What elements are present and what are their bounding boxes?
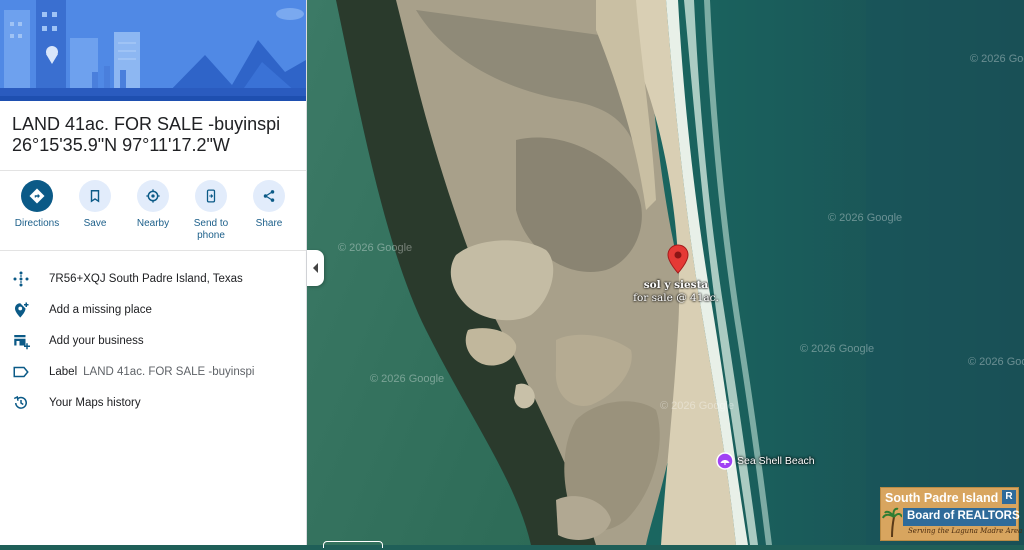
poi-name: Sea Shell Beach [737, 455, 815, 467]
red-pin-icon [667, 244, 689, 274]
realtor-watermark-logo: R South Padre Island Board of REALTORS S… [880, 487, 1023, 541]
place-coordinates: 26°15'35.9"N 97°11'17.2"W [12, 135, 230, 155]
place-name: LAND 41ac. FOR SALE -buyinspi [12, 114, 281, 134]
add-location-icon [15, 302, 29, 318]
map-watermark: © 2026 Google [370, 373, 445, 385]
badge-line2: Board of REALTORS [907, 510, 1020, 522]
send-to-phone-button[interactable]: Send to phone [182, 180, 240, 246]
badge-line1: South Padre Island [885, 491, 999, 505]
plus-code-text: 7R56+XQJ South Padre Island, Texas [49, 272, 243, 285]
beach-poi-icon [716, 452, 734, 470]
add-missing-place-text: Add a missing place [49, 303, 152, 316]
custom-map-label: sol y siesta for sale @ 41ac. [606, 279, 746, 305]
place-hero-image[interactable] [0, 0, 306, 101]
save-label: Save [83, 218, 107, 229]
map-watermark: © 2026 Google [660, 400, 735, 412]
poi-sea-shell-beach[interactable]: Sea Shell Beach [716, 452, 815, 470]
nearby-button[interactable]: Nearby [124, 180, 182, 246]
plus-code-row[interactable]: 7R56+XQJ South Padre Island, Texas [0, 263, 306, 294]
divider [0, 170, 306, 171]
location-pin[interactable] [667, 244, 689, 279]
add-business-row[interactable]: Add your business [0, 325, 306, 356]
add-business-text: Add your business [49, 334, 144, 347]
realtor-r-icon: R [1002, 490, 1016, 504]
action-bar: Directions Save Nearby Send to phone Sha… [8, 180, 298, 246]
map-watermark: © 2026 Google [338, 242, 413, 254]
custom-label-line1: sol y siesta [643, 279, 709, 291]
label-text: Label LAND 41ac. FOR SALE -buyinspi [49, 366, 254, 378]
directions-icon [21, 180, 53, 212]
share-icon [253, 180, 285, 212]
palm-tree-icon [882, 507, 902, 537]
maps-history-row[interactable]: Your Maps history [0, 387, 306, 418]
place-panel: LAND 41ac. FOR SALE -buyinspi 26°15'35.9… [0, 0, 307, 545]
directions-label: Directions [14, 218, 60, 229]
divider [0, 250, 306, 251]
add-business-icon [14, 335, 30, 350]
plus-code-icon [13, 271, 29, 287]
label-prefix: Label [49, 365, 78, 378]
chevron-left-icon [312, 263, 318, 273]
collapse-panel-button[interactable] [307, 250, 324, 286]
bookmark-icon [79, 180, 111, 212]
satellite-map[interactable] [306, 0, 1024, 545]
maps-history-text: Your Maps history [49, 396, 141, 409]
history-icon [13, 395, 27, 409]
label-row[interactable]: Label LAND 41ac. FOR SALE -buyinspi [0, 356, 306, 387]
satellite-imagery [306, 0, 1024, 545]
map-watermark: © 2026 Google [970, 53, 1024, 65]
nearby-label: Nearby [136, 218, 170, 229]
map-watermark: © 2026 Google [968, 356, 1024, 368]
map-watermark: © 2026 Google [800, 343, 875, 355]
custom-label-line2: for sale @ 41ac. [633, 292, 719, 304]
directions-button[interactable]: Directions [8, 180, 66, 246]
nearby-icon [137, 180, 169, 212]
add-missing-place-row[interactable]: Add a missing place [0, 294, 306, 325]
label-value: LAND 41ac. FOR SALE -buyinspi [83, 365, 255, 378]
send-to-phone-label: Send to phone [193, 218, 229, 241]
map-watermark: © 2026 Google [828, 212, 903, 224]
info-list: 7R56+XQJ South Padre Island, Texas Add a… [0, 263, 306, 418]
save-button[interactable]: Save [66, 180, 124, 246]
share-label: Share [255, 218, 283, 229]
place-title: LAND 41ac. FOR SALE -buyinspi 26°15'35.9… [12, 114, 297, 156]
send-to-phone-icon [195, 180, 227, 212]
share-button[interactable]: Share [240, 180, 298, 246]
badge-tagline: Serving the Laguna Madre Area [908, 527, 1023, 535]
label-icon [13, 366, 29, 378]
